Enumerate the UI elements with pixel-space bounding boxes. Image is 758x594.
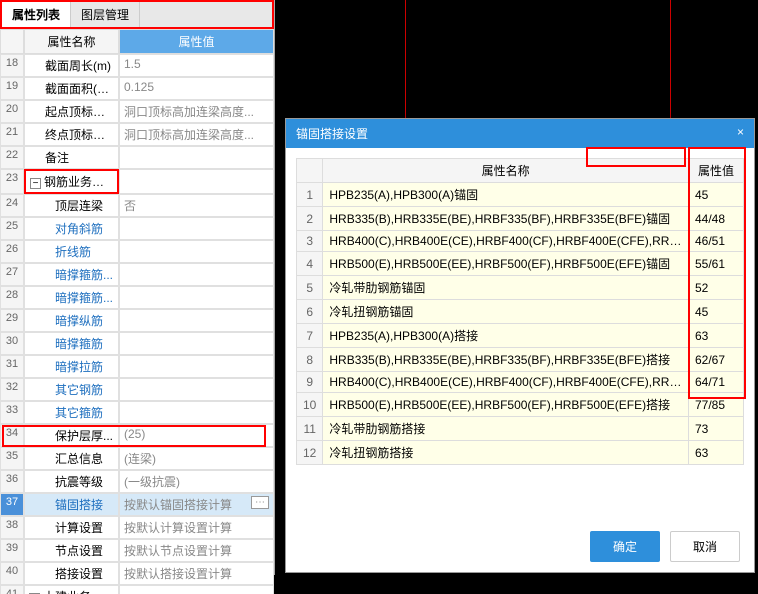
grid-header: 属性名称 属性值 [0,29,274,54]
dlg-header-name: 属性名称 [323,159,689,183]
property-panel: 属性列表 图层管理 属性名称 属性值 18截面周长(m)1.519截面面积(m²… [0,0,275,575]
table-row[interactable]: 32其它钢筋 [0,378,274,401]
panel-tabs: 属性列表 图层管理 [0,0,274,29]
dlg-header-value: 属性值 [689,159,744,183]
table-row[interactable]: 26折线筋 [0,240,274,263]
table-row[interactable]: 5冷轧带肋钢筋锚固52 [297,276,744,300]
close-icon[interactable]: × [737,125,744,142]
table-row[interactable]: 9HRB400(C),HRB400E(CE),HRBF400(CF),HRBF4… [297,372,744,393]
table-row[interactable]: 38计算设置按默认计算设置计算 [0,516,274,539]
table-row[interactable]: 7HPB235(A),HPB300(A)搭接63 [297,324,744,348]
table-row[interactable]: 3HRB400(C),HRB400E(CE),HRBF400(CF),HRBF4… [297,231,744,252]
table-row[interactable]: 20起点顶标高(m)洞口顶标高加连梁高度... [0,100,274,123]
ok-button[interactable]: 确定 [590,531,660,562]
table-row[interactable]: 22备注 [0,146,274,169]
table-row[interactable]: 37锚固搭接按默认锚固搭接计算⋯ [0,493,274,516]
table-row[interactable]: 8HRB335(B),HRB335E(BE),HRBF335(BF),HRBF3… [297,348,744,372]
ellipsis-button[interactable]: ⋯ [251,496,269,509]
table-row[interactable]: 1HPB235(A),HPB300(A)锚固45 [297,183,744,207]
canvas-area [275,0,758,120]
table-row[interactable]: 28暗撑箍筋... [0,286,274,309]
grid-body: 18截面周长(m)1.519截面面积(m²)0.12520起点顶标高(m)洞口顶… [0,54,274,594]
table-row[interactable]: 29暗撑纵筋 [0,309,274,332]
table-row[interactable]: 27暗撑箍筋... [0,263,274,286]
table-row[interactable]: 12冷轧扭钢筋搭接63 [297,441,744,465]
tab-property-list[interactable]: 属性列表 [2,2,71,27]
table-row[interactable]: 19截面面积(m²)0.125 [0,77,274,100]
table-row[interactable]: 10HRB500(E),HRB500E(EE),HRBF500(EF),HRBF… [297,393,744,417]
table-row[interactable]: 30暗撑箍筋 [0,332,274,355]
header-value: 属性值 [119,29,274,54]
dialog-footer: 确定 取消 [590,531,740,562]
table-row[interactable]: 41+土建业务属性 [0,585,274,594]
cancel-button[interactable]: 取消 [670,531,740,562]
expand-icon[interactable]: − [30,178,41,189]
table-row[interactable]: 18截面周长(m)1.5 [0,54,274,77]
guideline [670,0,671,120]
table-row[interactable]: 36抗震等级(一级抗震) [0,470,274,493]
table-row[interactable]: 21终点顶标高(m)洞口顶标高加连梁高度... [0,123,274,146]
tab-layer-manage[interactable]: 图层管理 [71,2,140,27]
table-row[interactable]: 33其它箍筋 [0,401,274,424]
table-row[interactable]: 23−钢筋业务属性 [0,169,274,194]
table-row[interactable]: 25对角斜筋 [0,217,274,240]
dialog-grid: 属性名称 属性值 1HPB235(A),HPB300(A)锚固452HRB335… [296,158,744,465]
guideline [405,0,406,120]
table-row[interactable]: 24顶层连梁否 [0,194,274,217]
table-row[interactable]: 6冷轧扭钢筋锚固45 [297,300,744,324]
table-row[interactable]: 11冷轧带肋钢筋搭接73 [297,417,744,441]
table-row[interactable]: 4HRB500(E),HRB500E(EE),HRBF500(EF),HRBF5… [297,252,744,276]
table-row[interactable]: 40搭接设置按默认搭接设置计算 [0,562,274,585]
table-row[interactable]: 34保护层厚...(25) [0,424,274,447]
anchor-dialog: 锚固搭接设置 × 属性名称 属性值 1HPB235(A),HPB300(A)锚固… [285,118,755,573]
table-row[interactable]: 2HRB335(B),HRB335E(BE),HRBF335(BF),HRBF3… [297,207,744,231]
dialog-title-text: 锚固搭接设置 [296,125,368,142]
dialog-titlebar: 锚固搭接设置 × [286,119,754,148]
table-row[interactable]: 39节点设置按默认节点设置计算 [0,539,274,562]
table-row[interactable]: 35汇总信息(连梁) [0,447,274,470]
table-row[interactable]: 31暗撑拉筋 [0,355,274,378]
header-name: 属性名称 [24,29,119,54]
